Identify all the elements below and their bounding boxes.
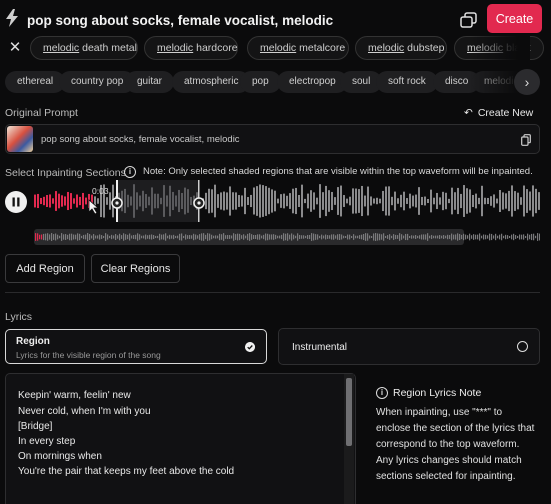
prompt-input[interactable] bbox=[27, 11, 447, 29]
lyric-line: On mornings when bbox=[18, 451, 102, 462]
check-circle-icon bbox=[245, 342, 255, 352]
playhead-time: 0:03 bbox=[92, 186, 109, 196]
tag-chip[interactable]: atmospheric bbox=[172, 71, 251, 93]
lightning-icon bbox=[6, 9, 18, 27]
style-chip[interactable]: melodic death metal bbox=[30, 36, 138, 60]
chip-highlight: melodic bbox=[260, 42, 297, 54]
lyric-line: Keepin' warm, feelin' new bbox=[18, 390, 131, 401]
lyric-line: Never cold, when I'm with you bbox=[18, 406, 151, 417]
inpainting-note: Note: Only selected shaded regions that … bbox=[143, 166, 533, 177]
style-chip[interactable]: melodic hardcore bbox=[144, 36, 238, 60]
chip-highlight: melodic bbox=[157, 42, 194, 54]
overview-waveform[interactable] bbox=[34, 227, 540, 247]
song-thumbnail bbox=[7, 126, 33, 152]
chip-label: death metal bbox=[79, 42, 137, 54]
region-option-title: Region bbox=[16, 336, 50, 347]
waveform[interactable] bbox=[34, 180, 540, 222]
create-button[interactable]: Create bbox=[487, 4, 542, 33]
lyric-line: In every step bbox=[18, 436, 76, 447]
chip-label: hardcore bbox=[193, 42, 238, 54]
copy-icon[interactable] bbox=[521, 134, 531, 146]
lyric-line: You're the pair that keeps my feet above… bbox=[18, 466, 235, 477]
lyrics-label: Lyrics bbox=[5, 311, 33, 323]
close-icon[interactable]: ✕ bbox=[7, 40, 23, 56]
info-icon: i bbox=[376, 387, 388, 399]
region-option-subtitle: Lyrics for the visible region of the son… bbox=[16, 350, 161, 360]
original-prompt-text: pop song about socks, female vocalist, m… bbox=[41, 134, 240, 145]
scrollbar-thumb[interactable] bbox=[346, 378, 352, 446]
divider bbox=[5, 292, 540, 293]
tag-chip[interactable]: pop bbox=[240, 71, 281, 93]
pause-icon[interactable] bbox=[5, 191, 27, 213]
tag-chip[interactable]: electropop bbox=[277, 71, 348, 93]
style-chip[interactable]: melodic metalcore bbox=[247, 36, 349, 60]
lyric-line: [Bridge] bbox=[18, 421, 53, 432]
tag-chip[interactable]: country pop bbox=[59, 71, 136, 93]
add-region-button[interactable]: Add Region bbox=[5, 254, 85, 283]
chip-highlight: melodic bbox=[43, 42, 80, 54]
chip-label: dubstep bbox=[404, 42, 445, 54]
chip-highlight: melodic bbox=[368, 42, 405, 54]
clear-regions-button[interactable]: Clear Regions bbox=[91, 254, 180, 283]
instrumental-option-title: Instrumental bbox=[292, 342, 348, 353]
create-new-label: Create New bbox=[477, 107, 534, 119]
inpainting-label: Select Inpainting Sections bbox=[5, 167, 126, 179]
tag-chip[interactable]: soft rock bbox=[376, 71, 438, 93]
create-new-button[interactable]: ↶ Create New bbox=[464, 107, 533, 119]
chevron-right-icon[interactable]: › bbox=[514, 69, 540, 95]
tag-chip[interactable]: ethereal bbox=[5, 71, 66, 93]
info-icon[interactable]: i bbox=[124, 166, 136, 178]
style-chip[interactable]: melodic dubstep bbox=[355, 36, 447, 60]
undo-icon: ↶ bbox=[464, 107, 473, 119]
region-lyrics-note-body: When inpainting, use "***" to enclose th… bbox=[376, 407, 535, 482]
original-prompt-label: Original Prompt bbox=[5, 107, 78, 119]
radio-icon bbox=[517, 341, 528, 352]
tag-chip[interactable]: guitar bbox=[125, 71, 175, 93]
swap-icon[interactable] bbox=[460, 12, 478, 28]
region-lyrics-note-title: Region Lyrics Note bbox=[393, 387, 482, 399]
chip-label: metalcore bbox=[296, 42, 346, 54]
